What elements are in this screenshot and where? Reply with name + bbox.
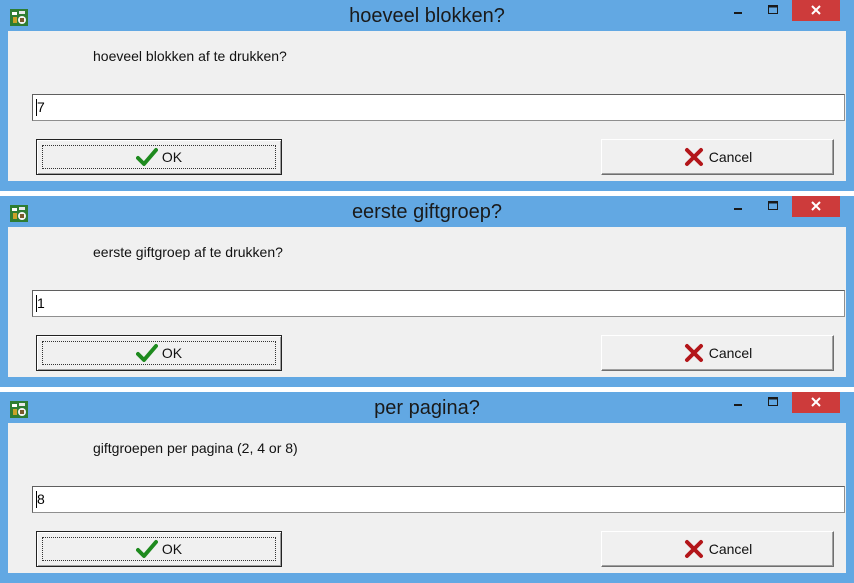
app-icon[interactable] (10, 205, 28, 222)
close-icon (811, 201, 821, 211)
cancel-label: Cancel (708, 345, 753, 361)
maximize-button[interactable] (757, 0, 789, 21)
minimize-button[interactable] (722, 196, 754, 217)
prompt-label: hoeveel blokken af te drukken? (93, 48, 287, 64)
dialog-eerste-giftgroep: eerste giftgroep? eerste giftgroep af te… (0, 196, 854, 387)
cancel-label: Cancel (708, 149, 753, 165)
cancel-button[interactable]: Cancel (601, 531, 834, 567)
minimize-icon (734, 208, 742, 210)
input-value: 7 (37, 99, 45, 115)
title-bar[interactable]: hoeveel blokken? (0, 0, 854, 31)
cancel-label: Cancel (708, 541, 753, 557)
x-icon (684, 540, 703, 558)
ok-label: OK (161, 345, 183, 361)
input-value: 1 (37, 295, 45, 311)
cancel-button[interactable]: Cancel (601, 139, 834, 175)
ok-label: OK (161, 541, 183, 557)
input-value: 8 (37, 491, 45, 507)
close-icon (811, 5, 821, 15)
window-title: eerste giftgroep? (351, 201, 503, 223)
ok-button[interactable]: OK (36, 531, 282, 567)
ok-button[interactable]: OK (36, 139, 282, 175)
dialog-per-pagina: per pagina? giftgroepen per pagina (2, 4… (0, 392, 854, 583)
close-button[interactable] (792, 0, 840, 21)
value-input[interactable]: 7 (32, 94, 845, 121)
x-icon (684, 344, 703, 362)
minimize-button[interactable] (722, 392, 754, 413)
window-title: hoeveel blokken? (349, 5, 505, 27)
prompt-label: giftgroepen per pagina (2, 4 or 8) (93, 440, 298, 456)
close-button[interactable] (792, 392, 840, 413)
minimize-button[interactable] (722, 0, 754, 21)
minimize-icon (734, 12, 742, 14)
app-icon[interactable] (10, 9, 28, 26)
maximize-button[interactable] (757, 392, 789, 413)
checkmark-icon (135, 540, 158, 558)
title-bar[interactable]: eerste giftgroep? (0, 196, 854, 227)
dialog-body: giftgroepen per pagina (2, 4 or 8) 8 OK … (8, 423, 846, 573)
dialog-hoeveel-blokken: hoeveel blokken? hoeveel blokken af te d… (0, 0, 854, 191)
window-title: per pagina? (374, 397, 480, 419)
title-bar[interactable]: per pagina? (0, 392, 854, 423)
dialog-body: eerste giftgroep af te drukken? 1 OK Can… (8, 227, 846, 377)
checkmark-icon (135, 344, 158, 362)
cancel-button[interactable]: Cancel (601, 335, 834, 371)
checkmark-icon (135, 148, 158, 166)
app-icon[interactable] (10, 401, 28, 418)
value-input[interactable]: 1 (32, 290, 845, 317)
close-icon (811, 397, 821, 407)
dialog-body: hoeveel blokken af te drukken? 7 OK Canc… (8, 31, 846, 181)
x-icon (684, 148, 703, 166)
maximize-icon (768, 201, 778, 210)
prompt-label: eerste giftgroep af te drukken? (93, 244, 283, 260)
ok-button[interactable]: OK (36, 335, 282, 371)
maximize-icon (768, 5, 778, 14)
ok-label: OK (161, 149, 183, 165)
value-input[interactable]: 8 (32, 486, 845, 513)
maximize-button[interactable] (757, 196, 789, 217)
close-button[interactable] (792, 196, 840, 217)
minimize-icon (734, 404, 742, 406)
maximize-icon (768, 397, 778, 406)
